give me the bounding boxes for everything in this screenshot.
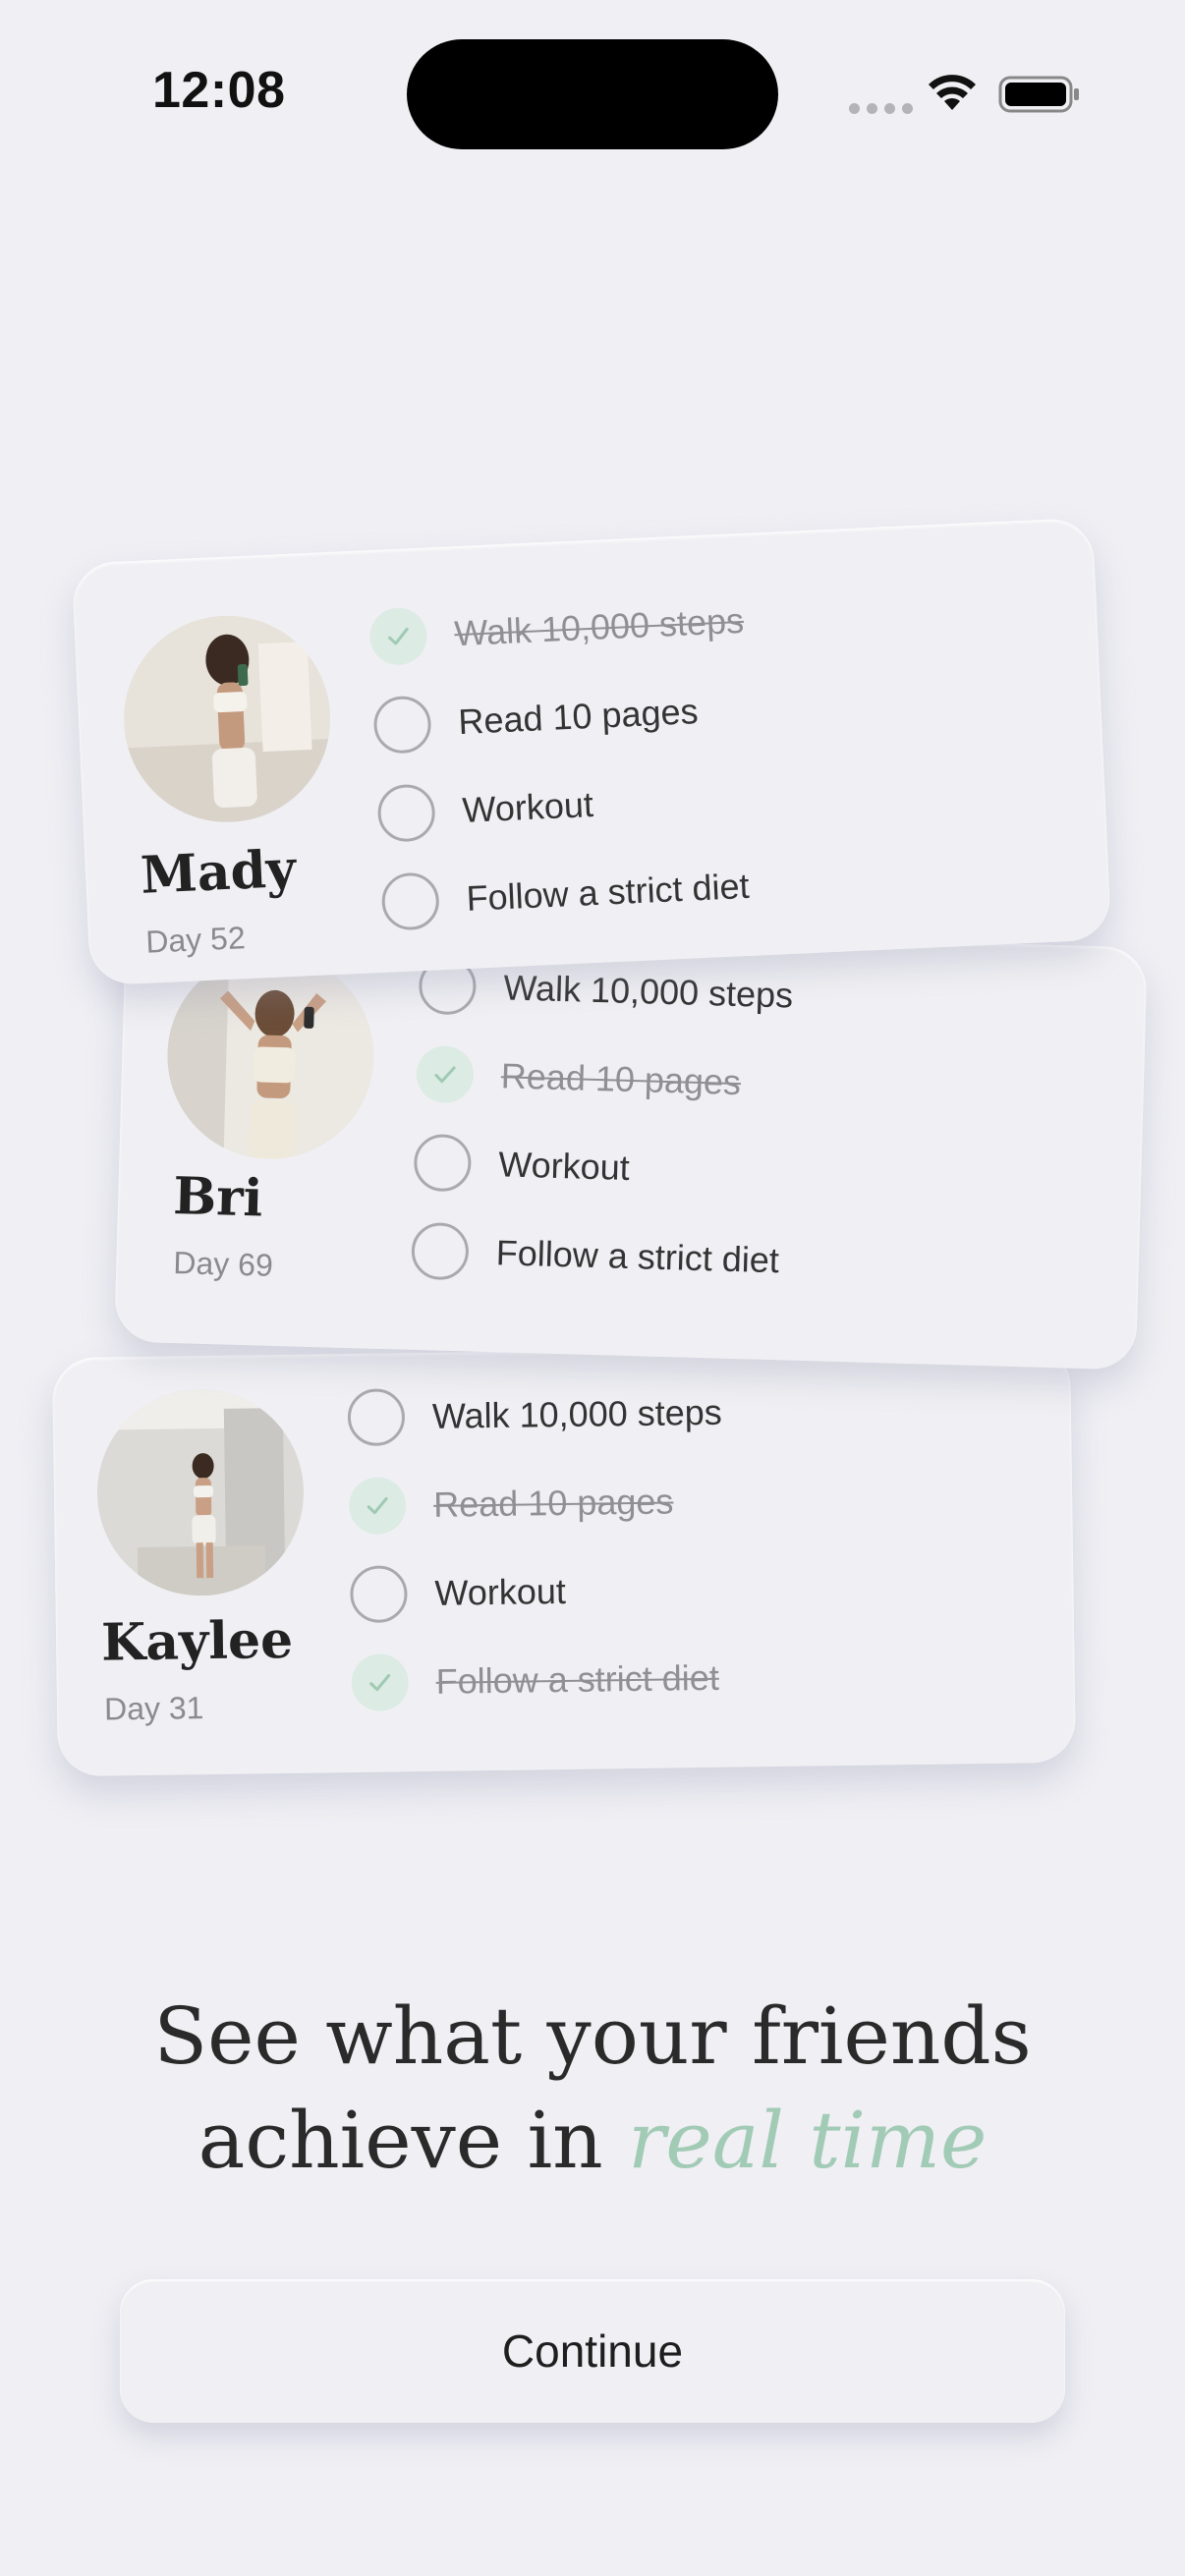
friend-day-count: Day 52 [144, 920, 247, 960]
task-label: Read 10 pages [432, 1481, 674, 1525]
avatar [119, 611, 335, 827]
onboarding-screen: 12:08 Mady Day 52 Walk 10,000 steps Read… [0, 0, 1185, 2576]
task-label: Walk 10,000 steps [502, 967, 794, 1016]
checkmark-icon [367, 1497, 388, 1515]
task-label: Follow a strict diet [435, 1656, 720, 1702]
task-item[interactable]: Workout [350, 1540, 1039, 1639]
task-item[interactable]: Walk 10,000 steps [347, 1364, 1036, 1462]
friend-name: Bri [172, 1166, 264, 1229]
task-label: Read 10 pages [457, 691, 700, 743]
task-label: Walk 10,000 steps [431, 1391, 723, 1436]
task-checkbox[interactable] [416, 1044, 475, 1104]
task-checkbox[interactable] [372, 695, 432, 755]
friend-card-kaylee: Kaylee Day 31 Walk 10,000 steps Read 10 … [52, 1343, 1076, 1777]
friend-name: Kaylee [100, 1609, 294, 1673]
continue-button[interactable]: Continue [120, 2279, 1065, 2423]
status-time: 12:08 [152, 62, 286, 119]
headline-accent: real time [628, 2095, 988, 2186]
task-checkbox[interactable] [413, 1133, 473, 1193]
task-checkbox[interactable] [347, 1388, 406, 1447]
avatar-photo [164, 949, 377, 1162]
checkmark-icon [434, 1066, 456, 1084]
task-checkbox[interactable] [376, 783, 436, 843]
task-label: Follow a strict diet [465, 865, 751, 919]
friend-name: Mady [139, 838, 298, 906]
task-list: Walk 10,000 steps Read 10 pages Workout … [347, 1364, 1040, 1727]
task-label: Follow a strict diet [495, 1232, 780, 1281]
task-list: Walk 10,000 steps Read 10 pages Workout … [367, 562, 1071, 946]
task-label: Workout [461, 783, 594, 831]
headline-prefix: achieve in [198, 2095, 629, 2186]
task-item[interactable]: Follow a strict diet [351, 1629, 1040, 1727]
task-item[interactable]: Read 10 pages [348, 1452, 1038, 1550]
friend-day-count: Day 69 [172, 1245, 274, 1283]
friend-card-mady: Mady Day 52 Walk 10,000 steps Read 10 pa… [71, 517, 1112, 986]
task-label: Read 10 pages [500, 1055, 742, 1103]
task-checkbox[interactable] [350, 1565, 408, 1624]
friend-day-count: Day 31 [103, 1690, 204, 1727]
checkmark-icon [369, 1674, 391, 1692]
task-checkbox[interactable] [380, 871, 441, 931]
task-checkbox[interactable] [411, 1221, 470, 1281]
task-checkbox[interactable] [351, 1653, 410, 1712]
task-checkbox[interactable] [348, 1477, 407, 1536]
avatar [95, 1387, 306, 1597]
task-item[interactable]: Follow a strict diet [411, 1206, 1100, 1315]
task-label: Workout [497, 1144, 631, 1188]
checkmark-icon [388, 627, 409, 645]
task-checkbox[interactable] [368, 606, 428, 667]
wifi-icon [929, 75, 976, 110]
friend-card-bri: Bri Day 69 Walk 10,000 steps Read 10 pag… [114, 919, 1148, 1371]
battery-icon [998, 76, 1079, 113]
avatar-photo [119, 611, 335, 827]
headline-line-2: achieve in real time [0, 2089, 1185, 2193]
avatar [164, 949, 377, 1162]
avatar-photo [95, 1387, 306, 1597]
headline-line-1: See what your friends [153, 1990, 1032, 2082]
headline: See what your friends achieve in real ti… [0, 1985, 1185, 2193]
task-list: Walk 10,000 steps Read 10 pages Workout … [411, 941, 1108, 1314]
task-label: Workout [434, 1570, 567, 1613]
dynamic-island [407, 39, 778, 149]
cellular-signal-icon [849, 103, 913, 114]
task-label: Walk 10,000 steps [453, 599, 745, 654]
